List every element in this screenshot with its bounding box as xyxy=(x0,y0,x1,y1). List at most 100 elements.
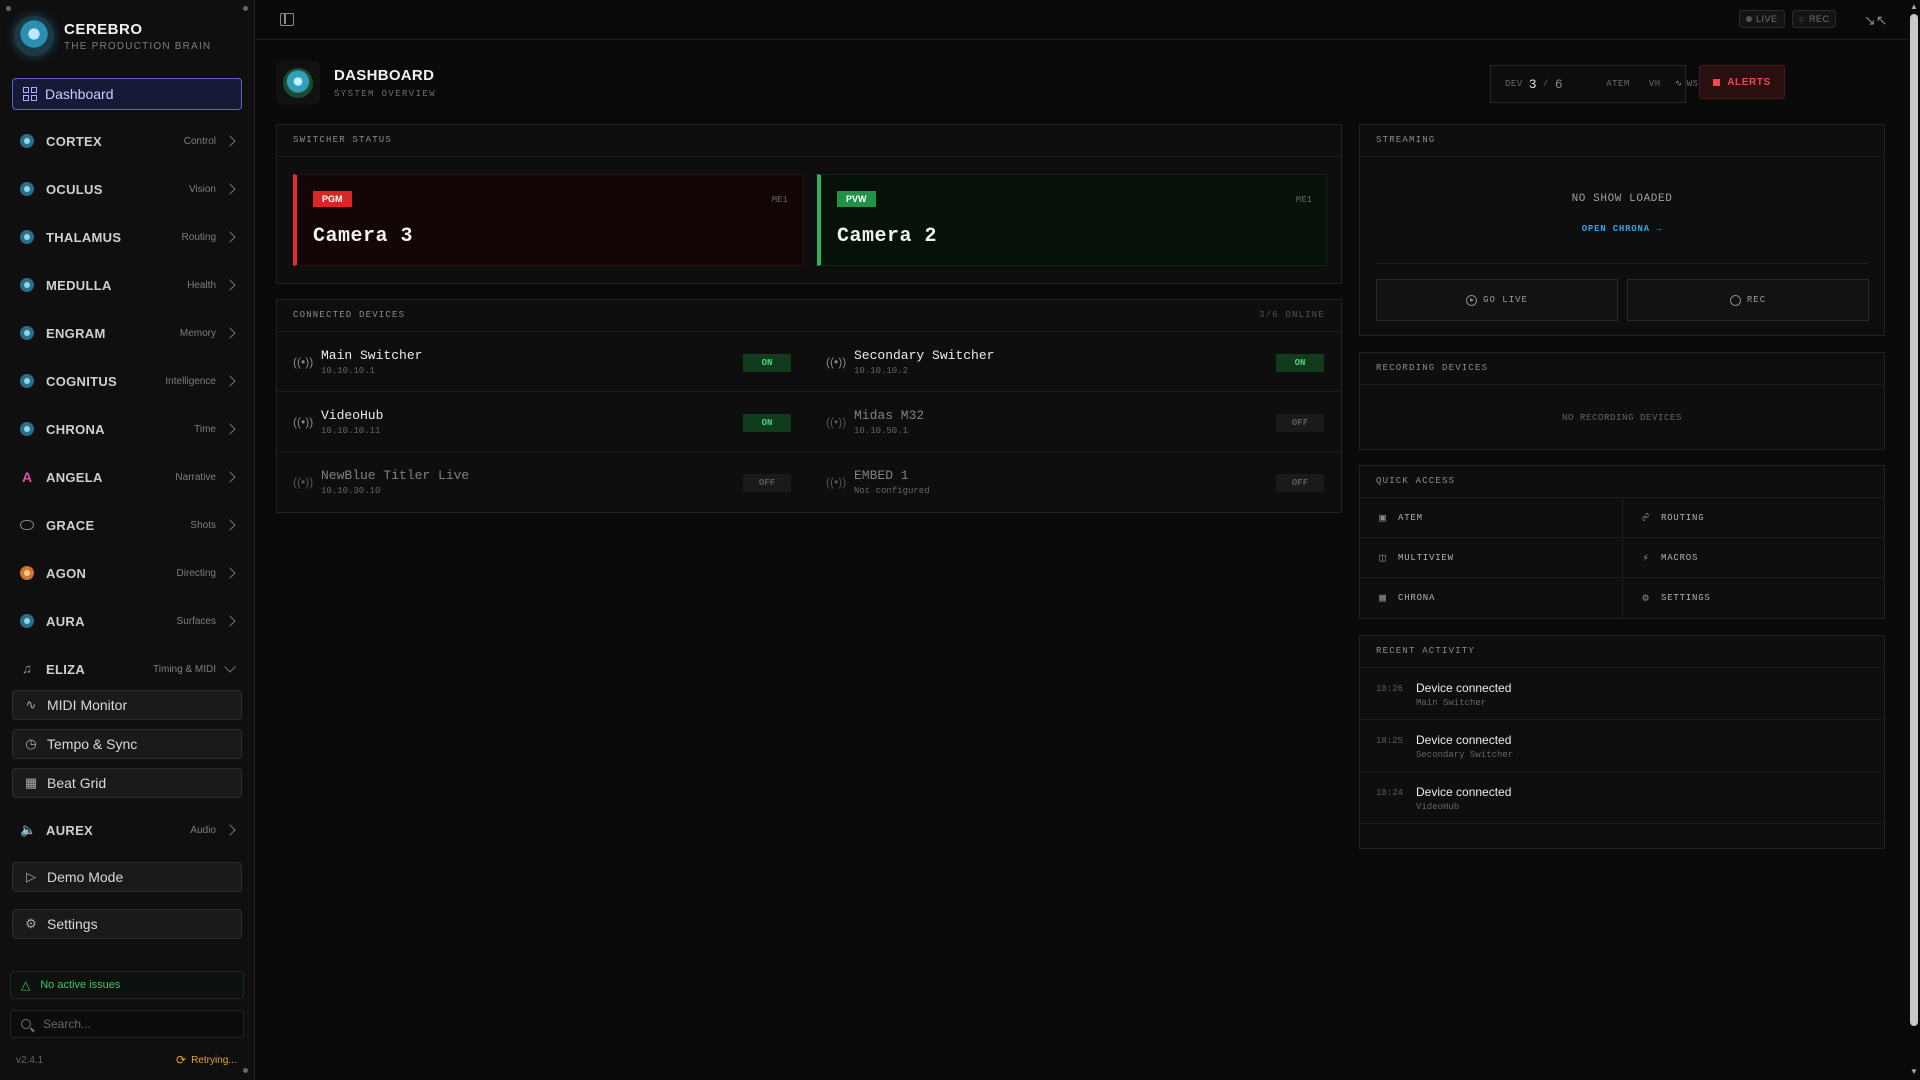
settings-label: Settings xyxy=(47,916,98,932)
sidebar-item-grace[interactable]: GRACE Shots xyxy=(20,511,238,539)
quick-multiview[interactable]: ◫ MULTIVIEW xyxy=(1360,538,1622,578)
sidebar-item-cortex[interactable]: CORTEX Control xyxy=(20,127,238,155)
no-show-message: NO SHOW LOADED xyxy=(1571,193,1673,205)
eliza-midi-monitor[interactable]: ∿ MIDI Monitor xyxy=(12,690,242,720)
search-box[interactable] xyxy=(10,1010,244,1038)
scroll-down-icon[interactable]: ▼ xyxy=(1910,1068,1918,1076)
broadcast-icon: ((•)) xyxy=(293,475,314,489)
page-header: DASHBOARD SYSTEM OVERVIEW xyxy=(276,61,436,105)
lightning-icon: ⚡ xyxy=(1642,552,1650,565)
clock-icon: ◷ xyxy=(25,736,37,751)
sub-btn-label: MIDI Monitor xyxy=(47,697,128,713)
broadcast-icon: ((•)) xyxy=(293,355,314,369)
device-videohub[interactable]: ((•)) VideoHub 10.10.10.11 ON xyxy=(277,392,807,452)
gear-icon: ⚙ xyxy=(1642,593,1650,605)
ws-label: WS xyxy=(1686,79,1699,89)
oculus-icon xyxy=(20,182,34,196)
dot-icon xyxy=(1746,16,1752,22)
sidebar-item-agon[interactable]: AGON Directing xyxy=(20,559,238,587)
open-chrona-link[interactable]: OPEN CHRONA → xyxy=(1360,224,1884,234)
module-name: ANGELA xyxy=(46,469,103,485)
vh-label: VH xyxy=(1648,79,1661,89)
agon-icon xyxy=(20,566,34,580)
demo-mode-button[interactable]: ▷ Demo Mode xyxy=(12,862,242,892)
dev-total: 6 xyxy=(1554,76,1564,92)
module-name: AGON xyxy=(46,565,87,581)
rec-button[interactable]: REC xyxy=(1627,279,1869,321)
alert-square-icon xyxy=(1713,78,1721,86)
sidebar-item-chrona[interactable]: CHRONA Time xyxy=(20,415,238,443)
go-live-button[interactable]: GO LIVE xyxy=(1376,279,1618,321)
no-recording-message: NO RECORDING DEVICES xyxy=(1561,413,1683,423)
chevron-right-icon xyxy=(224,615,236,627)
device-name: NewBlue Titler Live xyxy=(321,468,470,483)
quick-atem[interactable]: ▣ ATEM xyxy=(1360,498,1622,538)
settings-button[interactable]: ⚙ Settings xyxy=(12,909,242,939)
go-live-label: GO LIVE xyxy=(1483,295,1528,305)
sidebar-item-thalamus[interactable]: THALAMUS Routing xyxy=(20,223,238,251)
pvw-source: Camera 2 xyxy=(837,225,938,248)
brand-title: CEREBRO xyxy=(64,20,143,38)
sidebar-item-cognitus[interactable]: COGNITUS Intelligence xyxy=(20,367,238,395)
sidebar-toggle-icon[interactable] xyxy=(280,13,294,26)
dev-count: 3 xyxy=(1528,76,1538,92)
device-midas-m32[interactable]: ((•)) Midas M32 10.10.50.1 OFF xyxy=(810,392,1340,452)
connection-status: ⟳ Retrying... xyxy=(176,1053,237,1067)
device-name: Secondary Switcher xyxy=(854,348,995,363)
switcher-status-card: SWITCHER STATUS PGM ME1 Camera 3 PVW ME1… xyxy=(276,124,1342,284)
play-circle-icon xyxy=(1466,294,1478,306)
sidebar-item-eliza[interactable]: ♫ ELIZA Timing & MIDI xyxy=(20,655,238,683)
sidebar-item-medulla[interactable]: MEDULLA Health xyxy=(20,271,238,299)
issues-status[interactable]: △ No active issues xyxy=(10,971,244,999)
device-ip: 10.10.10.1 xyxy=(321,366,376,376)
brand[interactable]: CEREBRO THE PRODUCTION BRAIN xyxy=(14,16,211,56)
sidebar-item-aurex[interactable]: 🔈 AUREX Audio xyxy=(20,816,238,844)
device-state-badge: OFF xyxy=(743,474,791,492)
search-input[interactable] xyxy=(43,1017,223,1031)
module-name: ENGRAM xyxy=(46,325,106,341)
activity-title: Device connected xyxy=(1416,733,1512,747)
module-tag: Intelligence xyxy=(165,375,216,387)
speaker-icon: 🔈 xyxy=(20,822,37,837)
device-ip: 10.10.30.10 xyxy=(321,486,381,496)
quick-routing[interactable]: ☍ ROUTING xyxy=(1623,498,1885,538)
activity-item: 18:25 Device connected Secondary Switche… xyxy=(1360,720,1886,772)
scroll-up-icon[interactable]: ▲ xyxy=(1910,3,1918,11)
cognitus-icon xyxy=(20,374,34,388)
device-secondary-switcher[interactable]: ((•)) Secondary Switcher 10.10.10.2 ON xyxy=(810,332,1340,392)
recent-activity-card: RECENT ACTIVITY 18:26 Device connected M… xyxy=(1359,635,1886,849)
devices-title: CONNECTED DEVICES xyxy=(293,310,406,320)
sidebar-item-engram[interactable]: ENGRAM Memory xyxy=(20,319,238,347)
chevron-right-icon xyxy=(224,327,236,339)
sidebar: CEREBRO THE PRODUCTION BRAIN Dashboard C… xyxy=(0,0,255,1080)
sidebar-item-aura[interactable]: AURA Surfaces xyxy=(20,607,238,635)
sidebar-item-angela[interactable]: A ANGELA Narrative xyxy=(20,463,238,491)
gear-icon: ⚙ xyxy=(25,916,37,931)
preview-bus[interactable]: PVW ME1 Camera 2 xyxy=(817,174,1327,266)
chevron-right-icon xyxy=(224,824,236,836)
divider xyxy=(1376,263,1868,264)
corner-dot-icon xyxy=(6,6,11,11)
eliza-beat-grid[interactable]: ▦ Beat Grid xyxy=(12,768,242,798)
device-main-switcher[interactable]: ((•)) Main Switcher 10.10.10.1 ON xyxy=(277,332,807,392)
program-bus[interactable]: PGM ME1 Camera 3 xyxy=(293,174,803,266)
corner-dot-icon xyxy=(243,6,248,11)
scrollbar-thumb[interactable] xyxy=(1910,14,1918,1026)
collapse-icon[interactable]: ↘↖ xyxy=(1864,12,1887,28)
chevron-right-icon xyxy=(224,567,236,579)
device-newblue-titler[interactable]: ((•)) NewBlue Titler Live 10.10.30.10 OF… xyxy=(277,452,807,512)
module-tag: Health xyxy=(187,279,216,291)
play-circle-icon: ▷ xyxy=(26,869,36,884)
broadcast-icon: ((•)) xyxy=(826,355,847,369)
nav-dashboard[interactable]: Dashboard xyxy=(12,78,242,110)
device-embed-1[interactable]: ((•)) EMBED 1 Not configured OFF xyxy=(810,452,1340,512)
quick-settings[interactable]: ⚙ SETTINGS xyxy=(1623,578,1885,618)
activity-sub: VideoHub xyxy=(1416,802,1460,812)
eliza-tempo-sync[interactable]: ◷ Tempo & Sync xyxy=(12,729,242,759)
alerts-button[interactable]: ALERTS xyxy=(1699,65,1785,99)
quick-chrona[interactable]: ▦ CHRONA xyxy=(1360,578,1622,618)
brand-subtitle: THE PRODUCTION BRAIN xyxy=(64,40,212,52)
quick-macros[interactable]: ⚡ MACROS xyxy=(1623,538,1885,578)
page-subtitle: SYSTEM OVERVIEW xyxy=(334,89,437,99)
sidebar-item-oculus[interactable]: OCULUS Vision xyxy=(20,175,238,203)
